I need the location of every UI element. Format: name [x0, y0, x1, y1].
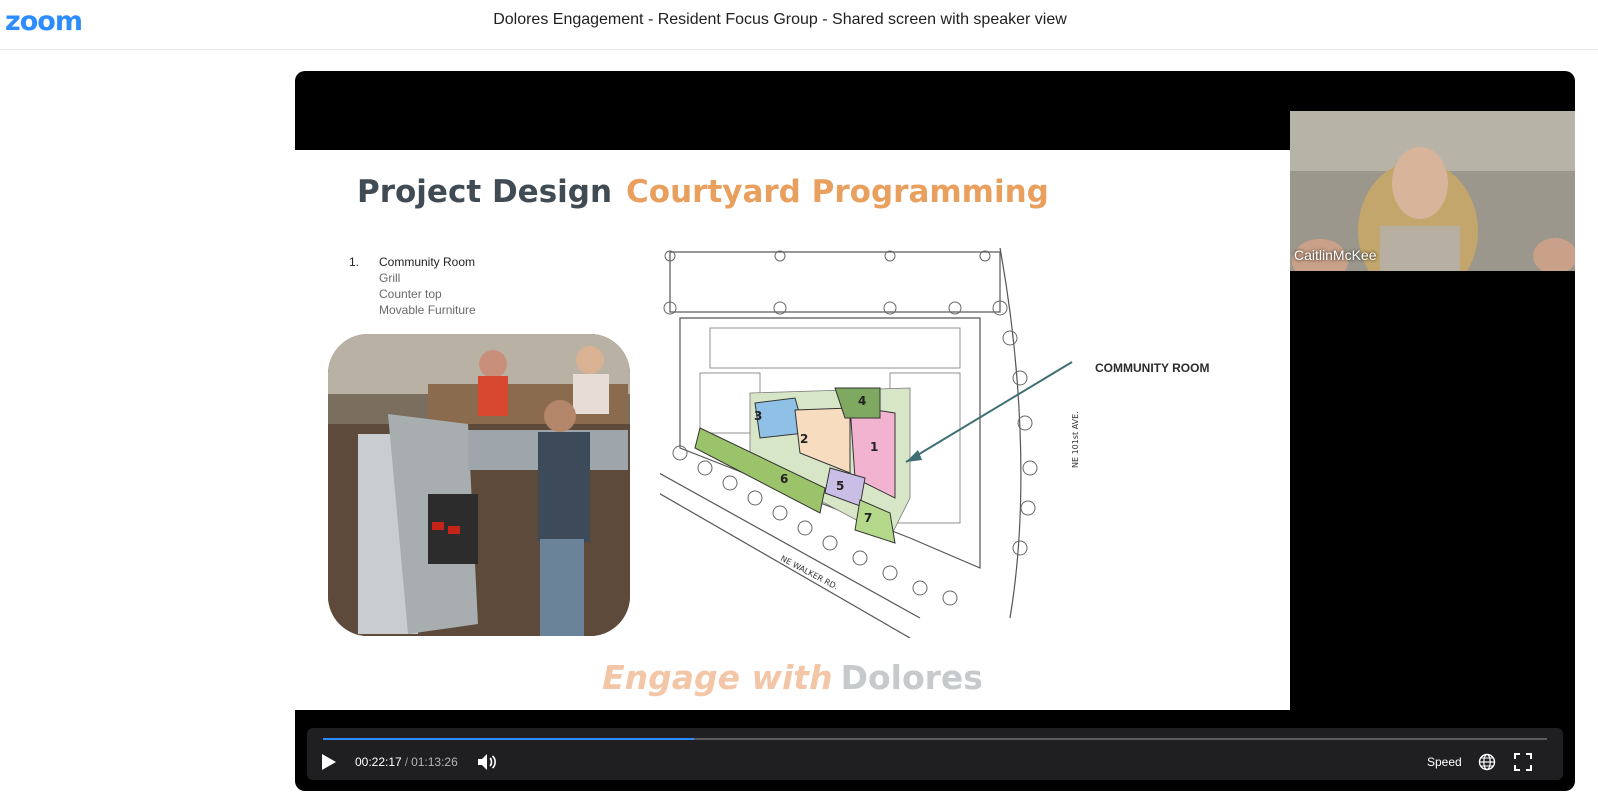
language-button[interactable]	[1475, 750, 1499, 774]
zone-label: 4	[858, 394, 866, 408]
time-separator: /	[404, 755, 409, 769]
list-item: Movable Furniture	[379, 303, 476, 317]
fullscreen-button[interactable]	[1511, 750, 1535, 774]
speaker-name: CaitlinMcKee	[1294, 247, 1377, 263]
branding-part2: Dolores	[840, 658, 983, 697]
progress-bar[interactable]	[323, 738, 1547, 740]
branding-part1: Engage with	[602, 658, 833, 697]
zone-label: 7	[864, 511, 872, 525]
plan-callout: COMMUNITY ROOM	[1095, 361, 1210, 375]
video-player[interactable]: Project Design Courtyard Programming 1. C…	[295, 71, 1575, 791]
slide-title-part2: Courtyard Programming	[626, 174, 1049, 210]
volume-button[interactable]	[475, 750, 499, 774]
list-item: Counter top	[379, 287, 442, 301]
page-title: Dolores Engagement - Resident Focus Grou…	[493, 11, 1067, 28]
globe-icon	[1478, 753, 1496, 771]
play-icon	[322, 754, 336, 770]
program-list: 1. Community Room Grill Counter top Mova…	[349, 254, 476, 318]
play-button[interactable]	[317, 750, 341, 774]
zone-label: 6	[780, 472, 788, 486]
zone-label: 2	[800, 432, 808, 446]
volume-icon	[478, 754, 496, 770]
zone-label: 5	[836, 479, 844, 493]
player-controls: 00:22:17/01:13:26 Speed	[307, 728, 1563, 780]
grill-photo	[328, 334, 630, 636]
current-time: 00:22:17	[355, 755, 402, 769]
speaker-thumbnail[interactable]: CaitlinMcKee	[1290, 111, 1575, 271]
list-number: 1.	[349, 255, 360, 269]
list-item: Grill	[379, 271, 401, 285]
shared-screen-slide: Project Design Courtyard Programming 1. C…	[295, 150, 1290, 710]
top-bar: zoom Dolores Engagement - Resident Focus…	[0, 0, 1598, 50]
slide-title-part1: Project Design	[357, 174, 613, 210]
list-item: Community Room	[379, 255, 476, 269]
street-label: NE 101st AVE.	[1071, 411, 1080, 468]
site-plan: 1 2 3 4 5 6 7 NE WALKER RD. NE 101st AVE…	[660, 247, 1080, 638]
progress-fill	[323, 738, 695, 740]
speed-button[interactable]: Speed	[1427, 755, 1462, 769]
slide-title: Project Design Courtyard Programming	[357, 174, 1049, 210]
street-label: NE WALKER RD.	[779, 554, 839, 592]
slide-branding: Engage with Dolores	[295, 658, 1290, 697]
time-display: 00:22:17/01:13:26	[355, 755, 458, 769]
duration: 01:13:26	[411, 755, 458, 769]
fullscreen-icon	[1514, 753, 1532, 771]
zone-label: 1	[870, 440, 878, 454]
zone-label: 3	[754, 409, 762, 423]
